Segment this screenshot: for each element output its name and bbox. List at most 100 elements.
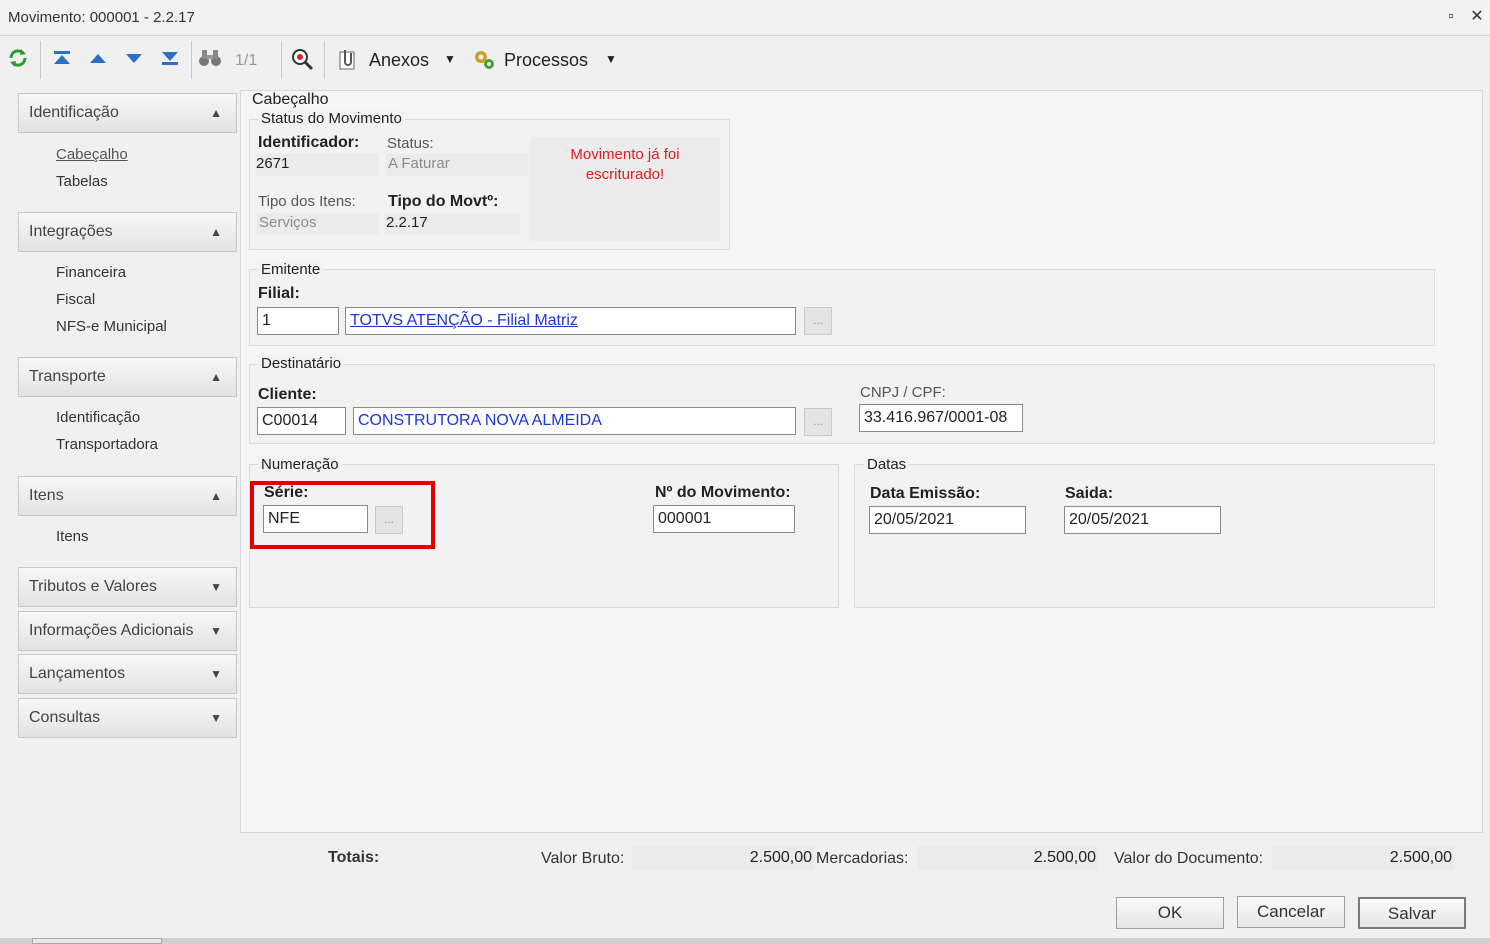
first-record-icon[interactable] xyxy=(50,47,74,71)
numero-movimento-label: Nº do Movimento: xyxy=(655,484,791,501)
tipo-itens-value: Serviços xyxy=(259,214,317,231)
sidebar-section-transporte[interactable]: Transporte ▲ xyxy=(18,357,237,397)
toolbar-separator xyxy=(281,41,282,79)
identificador-label: Identificador: xyxy=(258,134,360,151)
identificador-value-box: 2671 xyxy=(256,154,378,176)
close-button[interactable]: ✕ xyxy=(1466,6,1488,28)
sidebar-section-label: Informações Adicionais xyxy=(29,622,194,639)
chevron-down-icon: ▼ xyxy=(210,667,222,681)
sidebar-section-lancamentos[interactable]: Lançamentos ▼ xyxy=(18,654,237,694)
sidebar-item-cabecalho[interactable]: Cabeçalho xyxy=(56,146,128,163)
chevron-down-icon: ▼ xyxy=(210,624,222,638)
status-note-line1: Movimento já foi xyxy=(570,146,680,163)
sidebar-section-informacoes-adicionais[interactable]: Informações Adicionais ▼ xyxy=(18,611,237,651)
tipo-movto-label: Tipo do Movtº: xyxy=(388,193,499,210)
sidebar-section-consultas[interactable]: Consultas ▼ xyxy=(18,698,237,738)
status-note-line2: escriturado! xyxy=(585,166,665,183)
sidebar-item-fiscal[interactable]: Fiscal xyxy=(56,291,95,308)
sidebar-section-label: Transporte xyxy=(29,368,106,385)
status-label: Status: xyxy=(387,135,434,152)
search-zoom-icon[interactable] xyxy=(290,47,314,71)
maximize-button[interactable]: ▫ xyxy=(1440,6,1462,28)
title-bar: Movimento: 000001 - 2.2.17 ▫ ✕ xyxy=(0,0,1490,36)
attachments-icon xyxy=(336,48,360,76)
section-title: Cabeçalho xyxy=(252,91,329,108)
valor-documento-value: 2.500,00 xyxy=(1389,849,1452,866)
processos-label: Processos xyxy=(504,50,589,70)
sidebar-section-label: Tributos e Valores xyxy=(29,578,158,595)
binoculars-icon[interactable] xyxy=(198,47,222,71)
destinatario-title: Destinatário xyxy=(258,355,345,372)
sidebar-item-transportadora[interactable]: Transportadora xyxy=(56,436,158,453)
toolbar-separator xyxy=(324,41,325,79)
cnpj-label: CNPJ / CPF: xyxy=(860,384,946,401)
page-indicator: 1/1 xyxy=(235,52,258,69)
filial-lookup-button[interactable]: ... xyxy=(804,307,832,335)
serie-highlight-box xyxy=(250,481,435,549)
processos-menu-button[interactable]: Processos ▼ xyxy=(472,45,622,75)
toolbar-separator xyxy=(191,41,192,79)
sidebar-section-itens[interactable]: Itens ▲ xyxy=(18,476,237,516)
sidebar-item-nfse-municipal[interactable]: NFS-e Municipal xyxy=(56,318,167,335)
chevron-up-icon: ▲ xyxy=(210,106,222,120)
chevron-down-icon: ▼ xyxy=(444,52,456,66)
sidebar-section-label: Consultas xyxy=(29,709,101,726)
cliente-label: Cliente: xyxy=(258,386,317,403)
mercadorias-label: Mercadorias: xyxy=(816,850,909,867)
chevron-up-icon: ▲ xyxy=(210,370,222,384)
taskbar-tab[interactable] xyxy=(32,938,162,944)
cancel-button[interactable]: Cancelar xyxy=(1237,896,1345,928)
toolbar-separator xyxy=(40,41,41,79)
sidebar-section-integracoes[interactable]: Integrações ▲ xyxy=(18,212,237,252)
ok-button[interactable]: OK xyxy=(1116,897,1224,929)
valor-documento-box: 2.500,00 xyxy=(1272,846,1454,870)
cliente-name-field[interactable]: CONSTRUTORA NOVA ALMEIDA xyxy=(353,407,796,435)
saida-label: Saida: xyxy=(1065,485,1114,502)
last-record-icon[interactable] xyxy=(158,47,182,71)
window-title: Movimento: 000001 - 2.2.17 xyxy=(8,9,195,26)
saida-input[interactable]: 20/05/2021 xyxy=(1064,506,1221,534)
chevron-down-icon: ▼ xyxy=(210,580,222,594)
chevron-down-icon: ▼ xyxy=(210,711,222,725)
chevron-down-icon: ▼ xyxy=(605,52,617,66)
save-button[interactable]: Salvar xyxy=(1358,897,1466,929)
totais-label: Totais: xyxy=(328,849,380,866)
close-icon: ✕ xyxy=(1470,8,1484,25)
filial-name-field[interactable]: TOTVS ATENÇÃO - Filial Matriz xyxy=(345,307,796,335)
next-record-icon[interactable] xyxy=(122,47,146,71)
tipo-movto-value-box: 2.2.17 xyxy=(384,213,520,235)
sidebar-item-tabelas[interactable]: Tabelas xyxy=(56,173,108,190)
sidebar-section-tributos-valores[interactable]: Tributos e Valores ▼ xyxy=(18,567,237,607)
sidebar-section-identificacao[interactable]: Identificação ▲ xyxy=(18,93,237,133)
valor-bruto-box: 2.500,00 xyxy=(632,846,814,870)
toolbar: 1/1 Anexos ▼ Processos ▼ xyxy=(0,37,1490,83)
cnpj-input[interactable]: 33.416.967/0001-08 xyxy=(859,404,1023,432)
chevron-up-icon: ▲ xyxy=(210,225,222,239)
emitente-title: Emitente xyxy=(258,261,324,278)
cliente-lookup-button[interactable]: ... xyxy=(804,408,832,436)
cliente-code-input[interactable]: C00014 xyxy=(257,407,346,435)
sidebar-section-label: Identificação xyxy=(29,104,119,121)
valor-bruto-value: 2.500,00 xyxy=(749,849,812,866)
anexos-menu-button[interactable]: Anexos ▼ xyxy=(336,45,462,75)
status-value: A Faturar xyxy=(388,155,450,172)
numero-movimento-input[interactable]: 000001 xyxy=(653,505,795,533)
data-emissao-input[interactable]: 20/05/2021 xyxy=(869,506,1026,534)
previous-record-icon[interactable] xyxy=(86,47,110,71)
sidebar-section-label: Itens xyxy=(29,487,64,504)
valor-bruto-label: Valor Bruto: xyxy=(541,850,625,867)
tipo-itens-value-box: Serviços xyxy=(257,213,379,235)
maximize-icon: ▫ xyxy=(1448,8,1454,25)
filial-code-input[interactable]: 1 xyxy=(257,307,339,335)
status-note-box: Movimento já foi escriturado! xyxy=(530,137,720,241)
sidebar-item-identificacao[interactable]: Identificação xyxy=(56,409,140,426)
numeracao-title: Numeração xyxy=(258,456,342,473)
sidebar-item-financeira[interactable]: Financeira xyxy=(56,264,126,281)
processes-icon xyxy=(472,48,498,76)
sidebar-item-itens[interactable]: Itens xyxy=(56,528,89,545)
refresh-icon[interactable] xyxy=(6,47,30,71)
anexos-label: Anexos xyxy=(369,50,430,70)
tipo-movto-value: 2.2.17 xyxy=(386,214,428,231)
mercadorias-value: 2.500,00 xyxy=(1033,849,1096,866)
data-emissao-label: Data Emissão: xyxy=(870,485,981,502)
